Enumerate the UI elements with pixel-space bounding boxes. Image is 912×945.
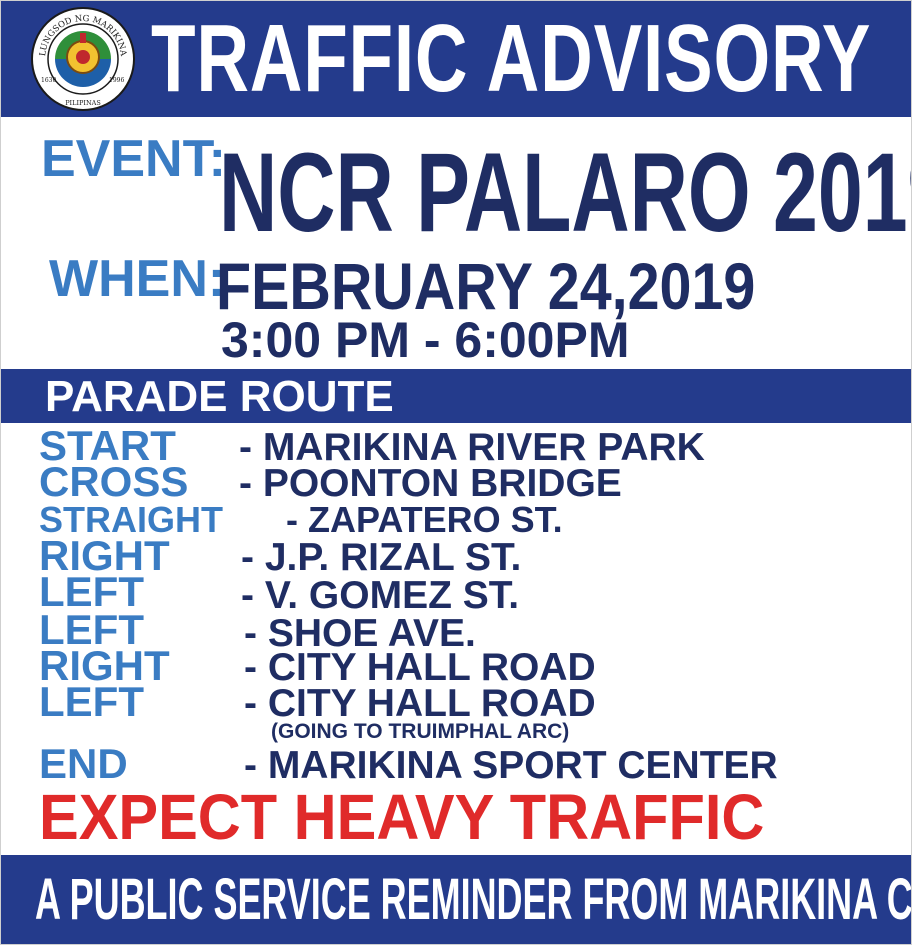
seal-text-bottom: PILIPINAS (65, 99, 101, 107)
route-direction: LEFT (39, 678, 144, 725)
route-place: - CITY HALL ROAD (244, 682, 596, 725)
route-note: (GOING TO TRUIMPHAL ARC) (271, 720, 570, 743)
event-name: NCR PALARO 2019 (219, 130, 912, 255)
route-direction: END (39, 740, 128, 787)
when-label: WHEN: (49, 250, 226, 308)
event-time: 3:00 PM - 6:00PM (221, 312, 630, 368)
footer-text: A PUBLIC SERVICE REMINDER FROM MARIKINA … (35, 867, 912, 932)
route-title: PARADE ROUTE (45, 372, 394, 421)
route-direction: CROSS (39, 458, 189, 505)
city-seal-icon: LUNGSOD NG MARIKINA 1630 1996 PILIPINAS (31, 7, 135, 111)
event-date: FEBRUARY 24,2019 (216, 249, 756, 323)
route-place: - J.P. RIZAL ST. (241, 536, 522, 579)
seal-year-left: 1630 (41, 77, 56, 84)
route-place: - ZAPATERO ST. (286, 499, 563, 540)
traffic-advisory-poster: LUNGSOD NG MARIKINA 1630 1996 PILIPINAS … (0, 0, 912, 945)
heavy-traffic-warning: EXPECT HEAVY TRAFFIC (39, 781, 765, 853)
route-place: - V. GOMEZ ST. (241, 574, 520, 617)
advisory-title: TRAFFIC ADVISORY (151, 5, 872, 112)
seal-year-right: 1996 (109, 77, 124, 84)
route-list: START - MARIKINA RIVER PARK CROSS - POON… (1, 425, 911, 787)
event-label: EVENT: (41, 130, 226, 188)
